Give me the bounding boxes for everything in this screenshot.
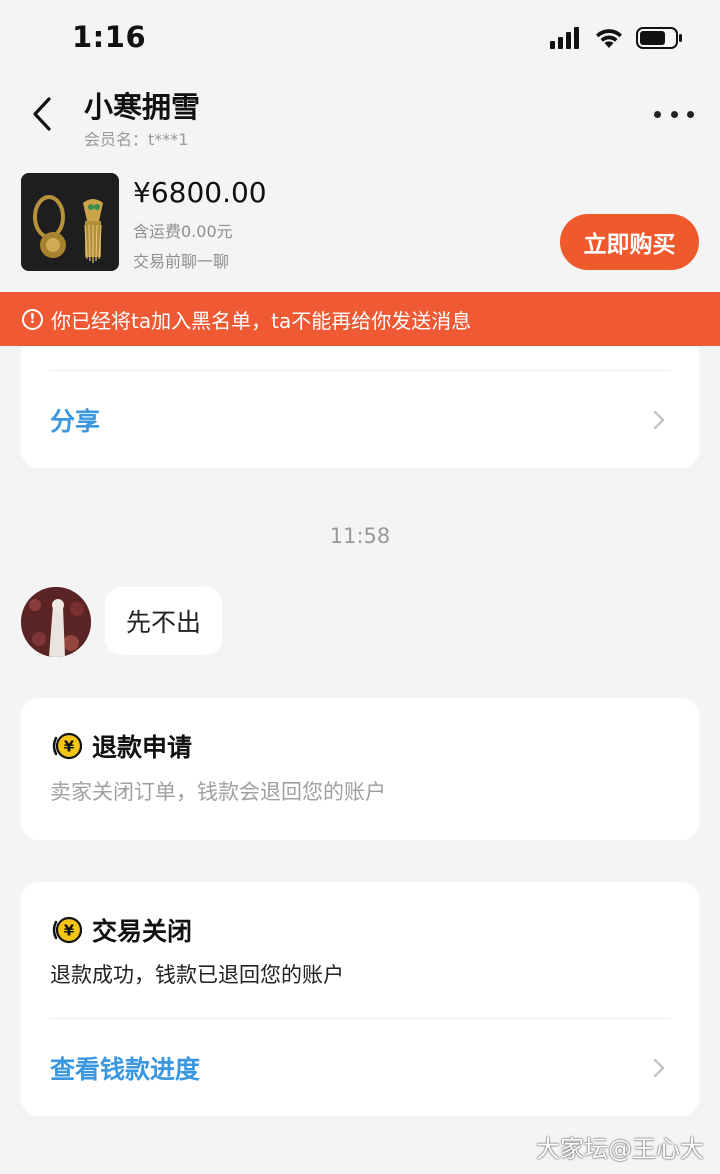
avatar[interactable] bbox=[21, 587, 91, 657]
wifi-icon bbox=[596, 29, 622, 48]
card-divider bbox=[49, 370, 671, 371]
more-dot-icon bbox=[687, 110, 694, 118]
view-refund-progress-link[interactable]: 查看钱款进度 bbox=[50, 1050, 200, 1086]
battery-icon bbox=[636, 27, 682, 49]
banner-text: 你已经将ta加入黑名单，ta不能再给你发送消息 bbox=[51, 308, 472, 333]
jewelry-photo-icon bbox=[21, 173, 119, 271]
member-info: 会员名：t***1 bbox=[84, 126, 188, 150]
svg-text:¥: ¥ bbox=[64, 738, 75, 756]
product-thumbnail[interactable] bbox=[21, 173, 119, 271]
more-dot-icon bbox=[654, 110, 661, 118]
blacklist-banner: ! 你已经将ta加入黑名单，ta不能再给你发送消息 bbox=[0, 292, 720, 346]
refund-request-card[interactable]: ¥ 退款申请 卖家关闭订单，钱款会退回您的账户 bbox=[21, 698, 699, 840]
more-options-button[interactable] bbox=[654, 104, 694, 124]
warning-icon: ! bbox=[22, 308, 43, 330]
back-button[interactable] bbox=[22, 92, 62, 136]
share-card: 分享 bbox=[21, 330, 699, 468]
cellular-signal-icon bbox=[550, 27, 579, 49]
avatar-photo-icon bbox=[21, 587, 91, 657]
status-time: 1:16 bbox=[72, 20, 147, 54]
trade-closed-card: ¥ 交易关闭 退款成功，钱款已退回您的账户 查看钱款进度 bbox=[21, 882, 699, 1116]
yuan-coin-icon: ¥ bbox=[52, 732, 82, 760]
share-link[interactable]: 分享 bbox=[50, 402, 100, 438]
chat-hint: 交易前聊一聊 bbox=[133, 252, 230, 271]
chat-title: 小寒拥雪 bbox=[84, 90, 201, 124]
buy-now-button[interactable]: 立即购买 bbox=[560, 214, 699, 270]
chat-screen: 1:16 小寒拥雪 会员名：t***1 ¥6800.00 含运费0.00元 交易… bbox=[0, 0, 720, 1174]
product-summary: ¥6800.00 含运费0.00元 交易前聊一聊 立即购买 bbox=[0, 162, 720, 292]
message-timestamp: 11:58 bbox=[329, 524, 391, 548]
watermark: 大家坛@王心大 bbox=[536, 1135, 704, 1163]
card-divider bbox=[49, 1018, 671, 1019]
svg-text:¥: ¥ bbox=[64, 922, 75, 940]
yuan-coin-icon: ¥ bbox=[52, 916, 82, 944]
more-dot-icon bbox=[670, 110, 678, 118]
member-label: 会员名： bbox=[84, 130, 149, 149]
refund-title: ¥ 退款申请 bbox=[50, 728, 192, 764]
closed-title-text: 交易关闭 bbox=[92, 917, 193, 946]
status-icons bbox=[550, 26, 684, 50]
product-price: ¥6800.00 bbox=[133, 176, 267, 209]
chat-header: 小寒拥雪 会员名：t***1 bbox=[0, 78, 720, 156]
member-id: t***1 bbox=[148, 130, 189, 149]
chevron-right-icon bbox=[653, 410, 665, 430]
chevron-left-icon bbox=[33, 97, 51, 131]
message-bubble[interactable]: 先不出 bbox=[105, 587, 223, 655]
status-bar: 1:16 bbox=[0, 0, 720, 78]
chevron-right-icon bbox=[653, 1058, 665, 1078]
closed-title: ¥ 交易关闭 bbox=[50, 912, 192, 948]
refund-description: 卖家关闭订单，钱款会退回您的账户 bbox=[50, 780, 386, 804]
shipping-info: 含运费0.00元 bbox=[133, 222, 233, 241]
closed-description: 退款成功，钱款已退回您的账户 bbox=[50, 963, 344, 987]
refund-title-text: 退款申请 bbox=[92, 733, 193, 762]
